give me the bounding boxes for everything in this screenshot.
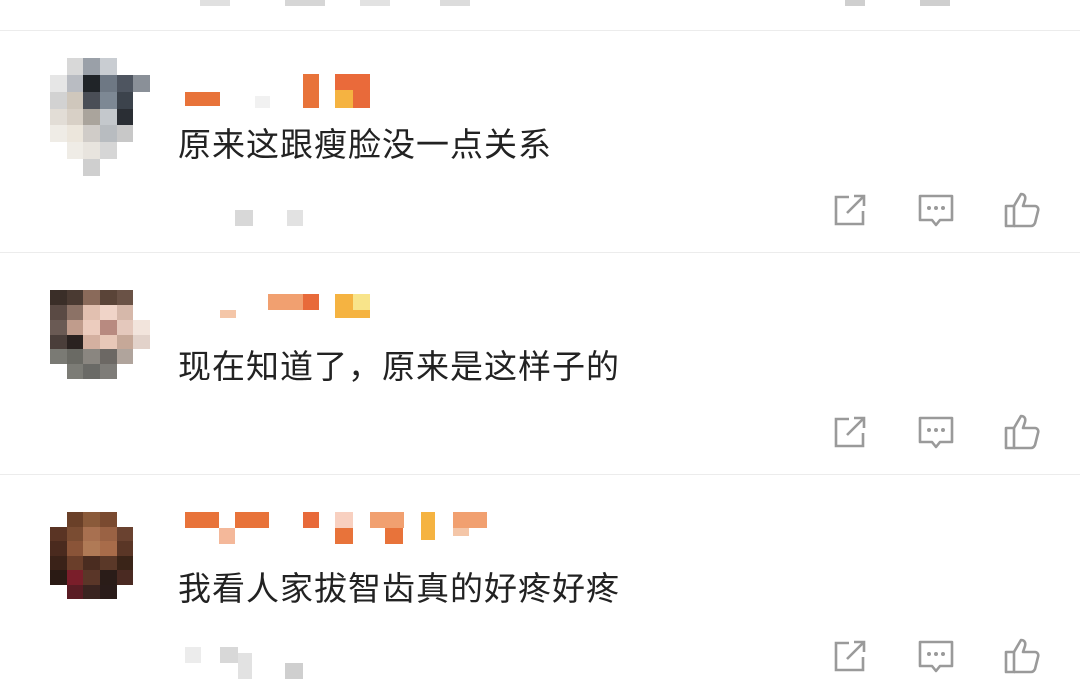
like-button[interactable] <box>1002 636 1042 676</box>
thumbs-up-icon <box>1004 192 1040 228</box>
username[interactable] <box>185 294 375 330</box>
share-icon <box>834 194 866 226</box>
comment-meta <box>185 645 305 685</box>
share-icon <box>834 416 866 448</box>
username[interactable] <box>185 74 375 110</box>
divider <box>0 252 1080 253</box>
previous-comment-remnant <box>0 0 1080 10</box>
like-button[interactable] <box>1002 412 1042 452</box>
share-button[interactable] <box>830 636 870 676</box>
thumbs-up-icon <box>1004 638 1040 674</box>
avatar[interactable] <box>50 512 150 614</box>
avatar[interactable] <box>50 290 150 394</box>
reply-button[interactable] <box>916 636 956 676</box>
comment-text: 现在知道了，原来是这样子的 <box>178 347 620 386</box>
share-icon <box>834 640 866 672</box>
like-button[interactable] <box>1002 190 1042 230</box>
reply-button[interactable] <box>916 412 956 452</box>
share-button[interactable] <box>830 190 870 230</box>
comment-meta <box>235 208 315 228</box>
divider <box>0 30 1080 31</box>
thumbs-up-icon <box>1004 414 1040 450</box>
share-button[interactable] <box>830 412 870 452</box>
comment-text: 我看人家拔智齿真的好疼好疼 <box>178 569 620 608</box>
comment-icon <box>918 640 954 673</box>
reply-button[interactable] <box>916 190 956 230</box>
avatar[interactable] <box>50 58 150 176</box>
divider <box>0 474 1080 475</box>
comment-icon <box>918 416 954 449</box>
comment-icon <box>918 194 954 227</box>
username[interactable] <box>185 512 495 548</box>
comment-text: 原来这跟瘦脸没一点关系 <box>178 125 552 164</box>
